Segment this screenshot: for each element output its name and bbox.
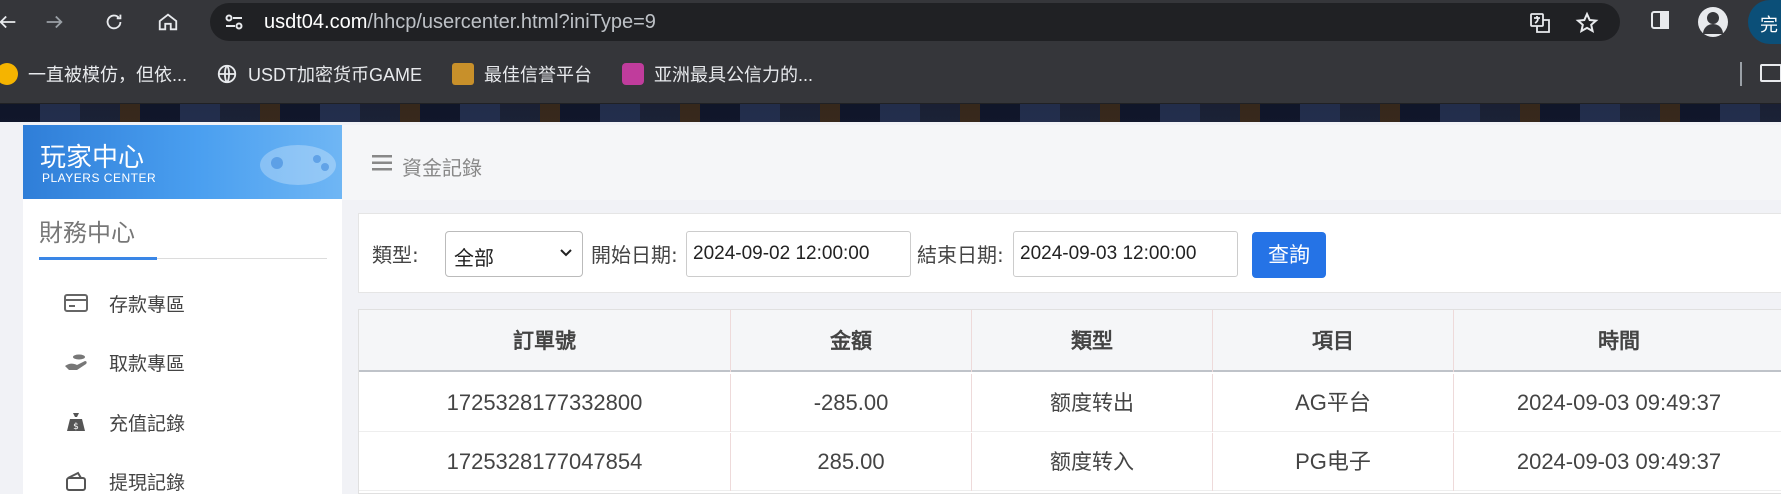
bookmark-1[interactable]: 一直被模仿，但依... [0,62,187,86]
column-header-amount: 金額 [731,310,972,372]
reload-icon[interactable] [98,6,130,38]
table-header: 訂單號 金額 類型 項目 時間 [359,310,1781,372]
bookmark-favicon-icon [622,63,644,85]
cell-time: 2024-09-03 09:49:37 [1516,390,1722,415]
cell-order-no: 1725328177047854 [359,433,731,491]
type-select[interactable]: 全部 [445,231,583,277]
sidebar-item-label: 取款專區 [109,352,186,375]
table-row: 1725328177332800 -285.00 额度转出 AG平台 2024-… [359,374,1781,432]
gamepad-icon [255,135,341,191]
sidebar-item-deposit[interactable]: 存款專區 [63,286,185,320]
url-path: /hhcp/usercenter.html?iniType=9 [367,11,656,33]
bookmark-favicon-icon [0,63,18,85]
end-date-value: 2024-09-03 12:00:00 [1020,243,1197,264]
folder-icon[interactable] [1760,64,1781,82]
cell-amount: 285.00 [731,433,972,491]
menu-icon[interactable] [372,153,392,178]
column-header-time: 時間 [1598,329,1640,353]
bookmark-label: 一直被模仿，但依... [28,65,188,85]
bookmarks-bar: 一直被模仿，但依... USDT加密货币GAME 最佳信誉平台 亚洲最具公信力的… [0,44,1781,104]
brand-title: 玩家中心 [40,143,145,173]
breadcrumb: 資金記錄 [402,156,482,180]
type-select-value: 全部 [454,246,494,270]
bookmark-3[interactable]: 最佳信誉平台 [452,62,592,86]
profile-avatar-icon[interactable] [1698,7,1728,37]
bookmark-2[interactable]: USDT加密货币GAME [216,62,422,86]
brand-subtitle: PLAYERS CENTER [42,171,157,185]
cell-time: 2024-09-03 09:49:37 [1516,449,1722,474]
players-center-banner: 玩家中心 PLAYERS CENTER [23,125,342,199]
column-header-order-no: 訂單號 [359,310,731,372]
type-label: 類型: [372,243,419,267]
chevron-down-icon [558,244,574,260]
end-date-label: 結束日期: [917,243,1004,267]
sidebar-item-withdraw[interactable]: 取款專區 [63,345,185,379]
globe-icon [216,63,238,85]
cell-type: 额度转入 [972,433,1213,491]
translate-icon[interactable] [1528,11,1552,40]
money-bag-icon: $ [63,409,89,435]
query-button[interactable]: 查詢 [1252,232,1326,278]
side-panel-icon[interactable] [1648,8,1672,36]
wallet-icon [63,468,89,494]
sidebar-item-label: 提現記錄 [109,471,186,494]
section-title[interactable]: 財務中心 [39,213,135,248]
url-text: usdt04.com/hhcp/usercenter.html?iniType=… [264,11,656,34]
bookmarks-divider [1740,62,1742,86]
start-date-input[interactable]: 2024-09-02 12:00:00 [686,231,911,277]
bookmark-favicon-icon [452,63,474,85]
sidebar-item-label: 充值記錄 [109,412,186,435]
bookmark-label: USDT加密货币GAME [248,65,423,85]
table-row: 1725328177047854 285.00 额度转入 PG电子 2024-0… [359,433,1781,491]
sidebar: 玩家中心 PLAYERS CENTER 財務中心 存款專區 取款專區 $ 充值記… [23,125,342,494]
end-date-input[interactable]: 2024-09-03 12:00:00 [1013,231,1238,277]
bookmark-label: 最佳信誉平台 [484,65,592,85]
cell-item: PG电子 [1213,433,1454,491]
svg-text:$: $ [73,422,79,432]
cell-order-no: 1725328177332800 [359,374,731,432]
hand-coin-icon [63,349,89,375]
forward-icon[interactable] [38,6,70,38]
back-icon[interactable] [0,6,24,38]
cell-type: 额度转出 [972,374,1213,432]
sidebar-item-withdraw-records[interactable]: 提現記錄 [63,464,185,494]
browser-toolbar: usdt04.com/hhcp/usercenter.html?iniType=… [0,0,1781,44]
sidebar-item-recharge-records[interactable]: $ 充值記錄 [63,405,185,439]
sidebar-item-label: 存款專區 [109,293,186,316]
section-active-indicator [39,257,157,260]
column-header-type: 類型 [972,310,1213,372]
bookmark-star-icon[interactable] [1575,11,1599,40]
url-host: usdt04.com [264,11,368,33]
content-header: 資金記錄 [342,125,1781,200]
filter-bar: 類型: 全部 開始日期: 2024-09-02 12:00:00 結束日期: 2… [358,213,1781,293]
start-date-value: 2024-09-02 12:00:00 [693,243,870,264]
cell-amount: -285.00 [731,374,972,432]
cell-item: AG平台 [1213,374,1454,432]
home-icon[interactable] [152,6,184,38]
bookmark-4[interactable]: 亚洲最具公信力的... [622,62,813,86]
column-header-item: 項目 [1213,310,1454,372]
start-date-label: 開始日期: [591,243,678,267]
profile-button[interactable]: 完 [1748,0,1781,44]
records-table: 訂單號 金額 類型 項目 時間 1725328177332800 -285.00… [358,309,1781,494]
site-info-icon[interactable] [222,10,246,34]
bookmark-label: 亚洲最具公信力的... [654,65,814,85]
card-icon [63,290,89,316]
address-bar[interactable]: usdt04.com/hhcp/usercenter.html?iniType=… [210,3,1620,41]
